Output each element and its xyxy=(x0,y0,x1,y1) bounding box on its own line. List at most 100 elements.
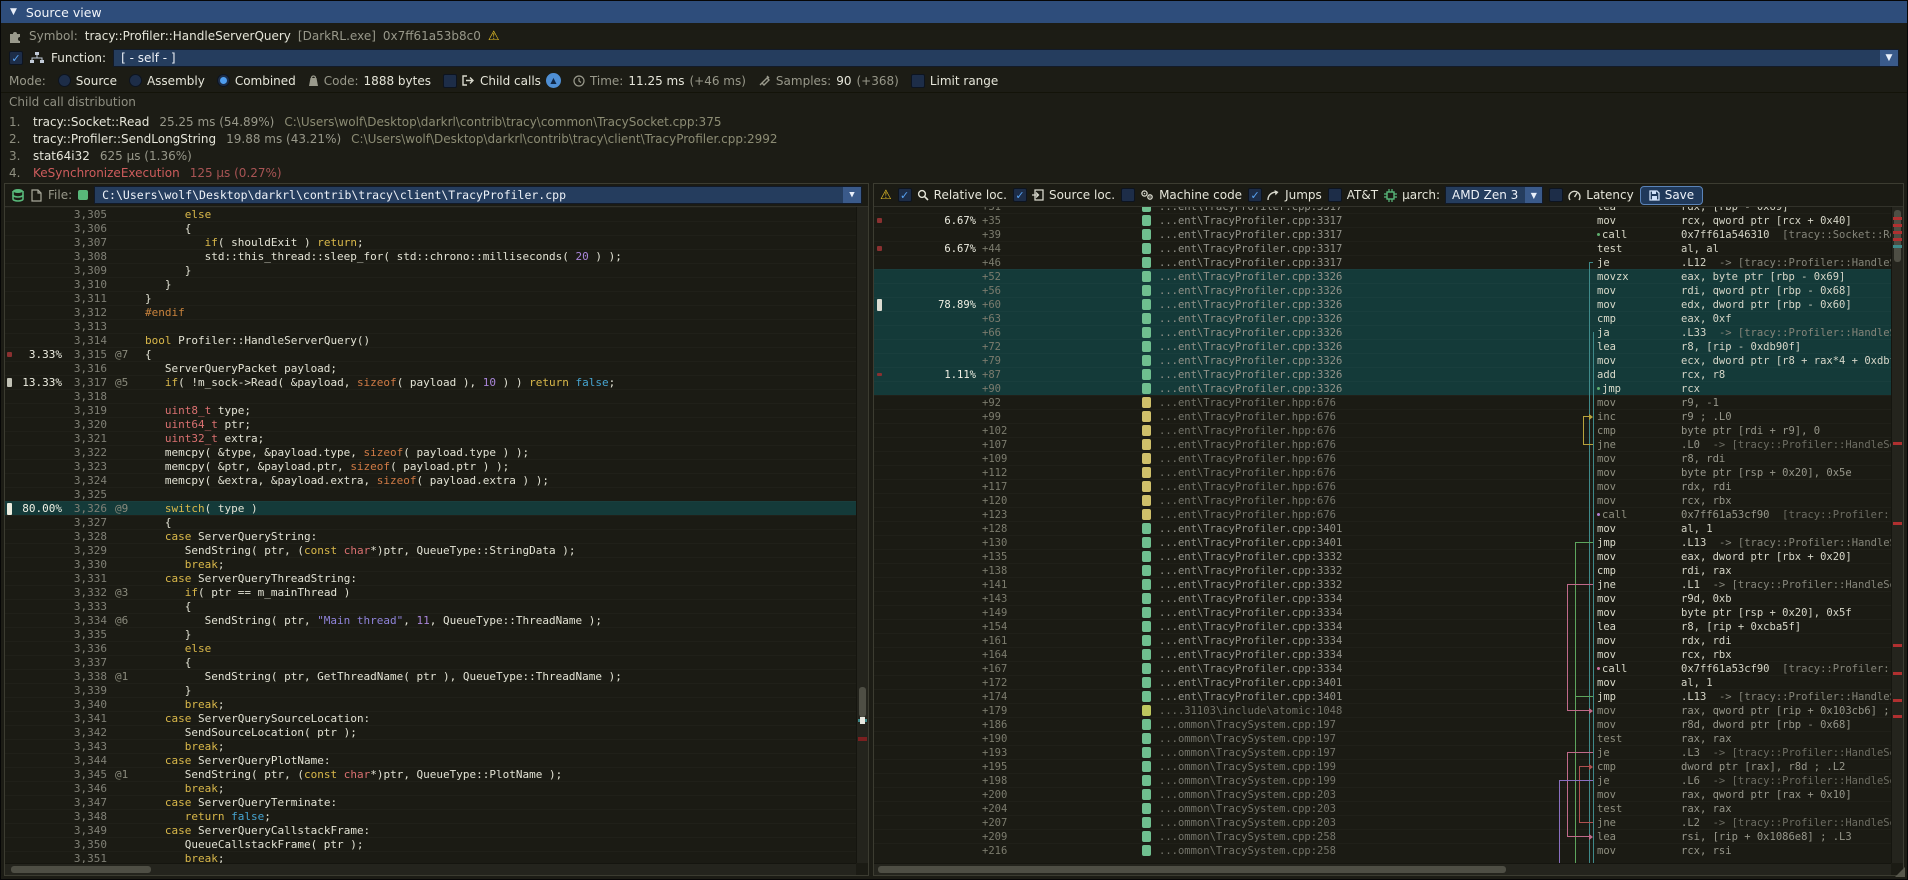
source-line[interactable]: 3,343 break; xyxy=(5,739,856,753)
collapse-icon[interactable]: ▼ xyxy=(10,7,17,17)
asm-row[interactable]: +46...ent\TracyProfiler.cpp:3317je.L12 -… xyxy=(874,255,1891,269)
limit-range-checkbox[interactable] xyxy=(911,74,925,88)
source-line[interactable]: 3,329 SendString( ptr, (const char*)ptr,… xyxy=(5,543,856,557)
asm-row[interactable]: +107...ent\TracyProfiler.hpp:676jne.L0 -… xyxy=(874,437,1891,451)
radio-assembly[interactable] xyxy=(129,74,142,87)
radio-combined[interactable] xyxy=(217,74,230,87)
jumps-checkbox[interactable] xyxy=(1248,188,1262,202)
asm-row[interactable]: +92...ent\TracyProfiler.hpp:676movr9, -1 xyxy=(874,395,1891,409)
source-line[interactable]: 3,316 ServerQueryPacket payload; xyxy=(5,361,856,375)
child-call-entry[interactable]: 3.stat64i32625 μs (1.36%) xyxy=(9,147,1899,164)
source-loc-checkbox[interactable] xyxy=(1013,188,1027,202)
assembly-vertical-scrollbar[interactable] xyxy=(1891,207,1903,863)
asm-row[interactable]: +109...ent\TracyProfiler.hpp:676movr8, r… xyxy=(874,451,1891,465)
asm-row[interactable]: +63...ent\TracyProfiler.cpp:3326cmpeax, … xyxy=(874,311,1891,325)
source-line[interactable]: 3,341 case ServerQuerySourceLocation: xyxy=(5,711,856,725)
source-line[interactable]: 3,307 if( shouldExit ) return; xyxy=(5,235,856,249)
asm-row[interactable]: +72...ent\TracyProfiler.cpp:3326lear8, [… xyxy=(874,339,1891,353)
asm-row[interactable]: +138...ent\TracyProfiler.cpp:3332cmprdi,… xyxy=(874,563,1891,577)
asm-row[interactable]: +149...ent\TracyProfiler.cpp:3334movbyte… xyxy=(874,605,1891,619)
source-line[interactable]: 3,309 } xyxy=(5,263,856,277)
source-line[interactable]: 3,330 break; xyxy=(5,557,856,571)
source-loc-toggle[interactable]: Source loc. xyxy=(1013,188,1115,202)
asm-row[interactable]: +117...ent\TracyProfiler.hpp:676movrdx, … xyxy=(874,479,1891,493)
child-call-entry[interactable]: 1.tracy::Socket::Read25.25 ms (54.89%)C:… xyxy=(9,113,1899,130)
asm-row[interactable]: +154...ent\TracyProfiler.cpp:3334lear8, … xyxy=(874,619,1891,633)
machine-code-checkbox[interactable] xyxy=(1121,188,1135,202)
source-line[interactable]: 3,322 memcpy( &type, &payload.type, size… xyxy=(5,445,856,459)
limit-range-toggle[interactable]: Limit range xyxy=(911,74,998,88)
asm-row[interactable]: +120...ent\TracyProfiler.hpp:676movrcx, … xyxy=(874,493,1891,507)
source-line[interactable]: 3,325 xyxy=(5,487,856,501)
asm-row[interactable]: +195...ommon\TracySystem.cpp:199cmpdword… xyxy=(874,759,1891,773)
asm-row[interactable]: +204...ommon\TracySystem.cpp:203testrax,… xyxy=(874,801,1891,815)
source-line[interactable]: 3,333 { xyxy=(5,599,856,613)
asm-row[interactable]: +130...ent\TracyProfiler.cpp:3401jmp.L13… xyxy=(874,535,1891,549)
file-combo[interactable]: C:\Users\wolf\Desktop\darkrl\contrib\tra… xyxy=(94,186,862,204)
function-checkbox[interactable] xyxy=(9,51,23,65)
source-line[interactable]: 3,339 } xyxy=(5,683,856,697)
source-line[interactable]: 13.33%3,317@5 if( !m_sock->Read( &payloa… xyxy=(5,375,856,389)
asm-row[interactable]: +198...ommon\TracySystem.cpp:199je.L6 ->… xyxy=(874,773,1891,787)
asm-row[interactable]: +52...ent\TracyProfiler.cpp:3326movzxeax… xyxy=(874,269,1891,283)
save-button[interactable]: Save xyxy=(1640,186,1703,205)
asm-row[interactable]: +112...ent\TracyProfiler.hpp:676movbyte … xyxy=(874,465,1891,479)
child-calls-checkbox[interactable] xyxy=(443,74,457,88)
source-line[interactable]: 3,331 case ServerQueryThreadString: xyxy=(5,571,856,585)
source-horizontal-scrollbar[interactable] xyxy=(5,863,856,875)
radio-source[interactable] xyxy=(58,74,71,87)
asm-row[interactable]: +39...ent\TracyProfiler.cpp:3317call0x7f… xyxy=(874,227,1891,241)
asm-row[interactable]: +90...ent\TracyProfiler.cpp:3326jmprcx xyxy=(874,381,1891,395)
collapse-child-calls-button[interactable]: ▲ xyxy=(546,73,561,88)
child-call-entry[interactable]: 2.tracy::Profiler::SendLongString19.88 m… xyxy=(9,130,1899,147)
mode-option-source[interactable]: Source xyxy=(58,74,117,88)
source-line[interactable]: 3,323 memcpy( &ptr, &payload.ptr, sizeof… xyxy=(5,459,856,473)
asm-row[interactable]: +99...ent\TracyProfiler.hpp:676incr9 ; .… xyxy=(874,409,1891,423)
mode-option-combined[interactable]: Combined xyxy=(217,74,296,88)
relative-loc-checkbox[interactable] xyxy=(898,188,912,202)
asm-row[interactable]: +102...ent\TracyProfiler.hpp:676cmpbyte … xyxy=(874,423,1891,437)
source-line[interactable]: 3,350 QueueCallstackFrame( ptr ); xyxy=(5,837,856,851)
asm-row[interactable]: +135...ent\TracyProfiler.cpp:3332moveax,… xyxy=(874,549,1891,563)
asm-row[interactable]: +179....31103\include\atomic:1048movrax,… xyxy=(874,703,1891,717)
source-line[interactable]: 3,319 uint8_t type; xyxy=(5,403,856,417)
source-line[interactable]: 3,340 break; xyxy=(5,697,856,711)
source-line[interactable]: 3,306 { xyxy=(5,221,856,235)
att-toggle[interactable]: AT&T xyxy=(1328,188,1378,202)
source-line[interactable]: 3,351 break; xyxy=(5,851,856,863)
source-line[interactable]: 3,324 memcpy( &extra, &payload.extra, si… xyxy=(5,473,856,487)
chevron-down-icon[interactable]: ▼ xyxy=(843,187,861,203)
chevron-down-icon[interactable]: ▼ xyxy=(1525,187,1542,203)
source-line[interactable]: 3,320 uint64_t ptr; xyxy=(5,417,856,431)
asm-row[interactable]: +164...ent\TracyProfiler.cpp:3334movrcx,… xyxy=(874,647,1891,661)
resize-grip[interactable] xyxy=(1895,867,1905,877)
uarch-combo[interactable]: AMD Zen 3 ▼ xyxy=(1445,186,1543,204)
asm-row[interactable]: +141...ent\TracyProfiler.cpp:3332jne.L1 … xyxy=(874,577,1891,591)
assembly-horizontal-scrollbar[interactable] xyxy=(874,863,1891,875)
asm-row[interactable]: 78.89%+60...ent\TracyProfiler.cpp:3326mo… xyxy=(874,297,1891,311)
asm-row[interactable]: 6.67%+44...ent\TracyProfiler.cpp:3317tes… xyxy=(874,241,1891,255)
asm-row[interactable]: 1.11%+87...ent\TracyProfiler.cpp:3326add… xyxy=(874,367,1891,381)
source-line[interactable]: 3.33%3,315@7{ xyxy=(5,347,856,361)
source-line[interactable]: 3,334@6 SendString( ptr, "Main thread", … xyxy=(5,613,856,627)
asm-row[interactable]: +174...ent\TracyProfiler.cpp:3401jmp.L13… xyxy=(874,689,1891,703)
relative-loc-toggle[interactable]: Relative loc. xyxy=(898,188,1007,202)
source-line[interactable]: 3,321 uint32_t extra; xyxy=(5,431,856,445)
source-line[interactable]: 3,310 } xyxy=(5,277,856,291)
att-checkbox[interactable] xyxy=(1328,188,1342,202)
asm-row[interactable]: +56...ent\TracyProfiler.cpp:3326movrdi, … xyxy=(874,283,1891,297)
asm-row[interactable]: +161...ent\TracyProfiler.cpp:3334movrdx,… xyxy=(874,633,1891,647)
asm-row[interactable]: +186...ommon\TracySystem.cpp:197movr8d, … xyxy=(874,717,1891,731)
asm-row[interactable]: +66...ent\TracyProfiler.cpp:3326ja.L33 -… xyxy=(874,325,1891,339)
source-line[interactable]: 3,312#endif xyxy=(5,305,856,319)
asm-row[interactable]: +123...ent\TracyProfiler.hpp:676call0x7f… xyxy=(874,507,1891,521)
child-calls-toggle[interactable]: Child calls ▲ xyxy=(443,73,561,88)
source-line[interactable]: 3,336 else xyxy=(5,641,856,655)
source-line[interactable]: 3,313 xyxy=(5,319,856,333)
asm-row[interactable]: +143...ent\TracyProfiler.cpp:3334movr9d,… xyxy=(874,591,1891,605)
source-line[interactable]: 3,345@1 SendString( ptr, (const char*)pt… xyxy=(5,767,856,781)
source-line[interactable]: 3,342 SendSourceLocation( ptr ); xyxy=(5,725,856,739)
child-call-entry[interactable]: 4.KeSynchronizeExecution125 μs (0.27%) xyxy=(9,164,1899,181)
asm-row[interactable]: +200...ommon\TracySystem.cpp:203movrax, … xyxy=(874,787,1891,801)
asm-row[interactable]: +190...ommon\TracySystem.cpp:197testrax,… xyxy=(874,731,1891,745)
